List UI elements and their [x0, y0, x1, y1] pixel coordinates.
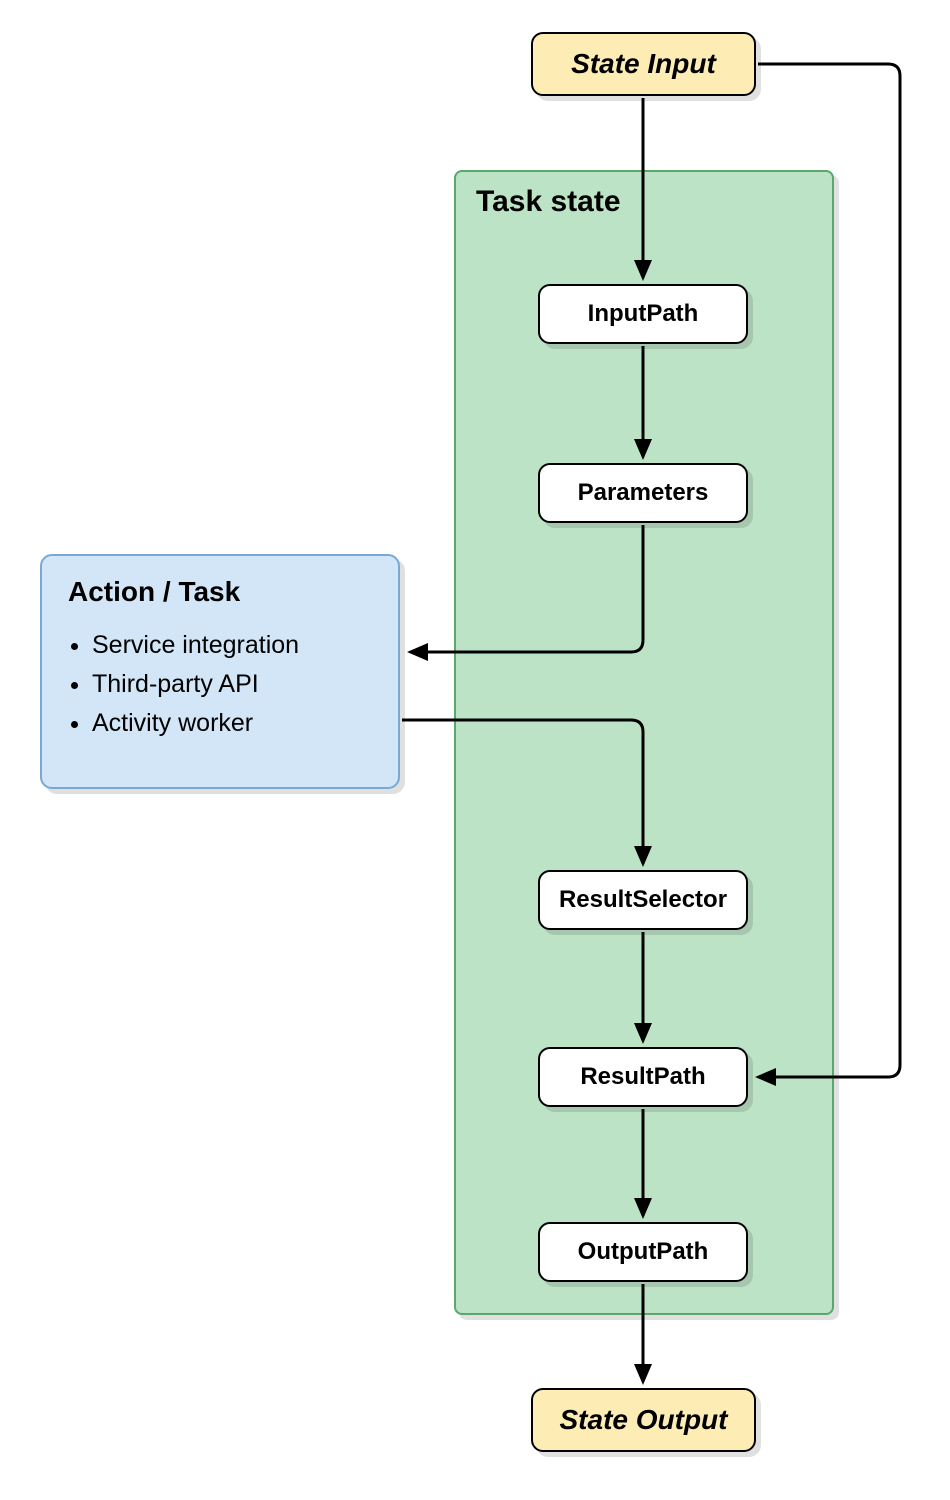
- action-task-item: Third-party API: [92, 665, 372, 704]
- state-output-box: State Output: [531, 1388, 756, 1452]
- action-task-item: Activity worker: [92, 704, 372, 743]
- result-path-box: ResultPath: [538, 1047, 748, 1107]
- parameters-label: Parameters: [578, 479, 709, 507]
- result-selector-label: ResultSelector: [559, 886, 727, 914]
- parameters-box: Parameters: [538, 463, 748, 523]
- result-selector-box: ResultSelector: [538, 870, 748, 930]
- input-path-box: InputPath: [538, 284, 748, 344]
- input-path-label: InputPath: [588, 300, 699, 328]
- state-output-label: State Output: [560, 1404, 728, 1436]
- action-task-list: Service integration Third-party API Acti…: [68, 626, 372, 742]
- action-task-box: Action / Task Service integration Third-…: [40, 554, 400, 789]
- action-task-item: Service integration: [92, 626, 372, 665]
- action-task-title: Action / Task: [68, 576, 372, 608]
- state-input-label: State Input: [571, 48, 716, 80]
- result-path-label: ResultPath: [580, 1063, 705, 1091]
- task-state-title: Task state: [476, 185, 621, 219]
- output-path-label: OutputPath: [578, 1238, 709, 1266]
- output-path-box: OutputPath: [538, 1222, 748, 1282]
- state-input-box: State Input: [531, 32, 756, 96]
